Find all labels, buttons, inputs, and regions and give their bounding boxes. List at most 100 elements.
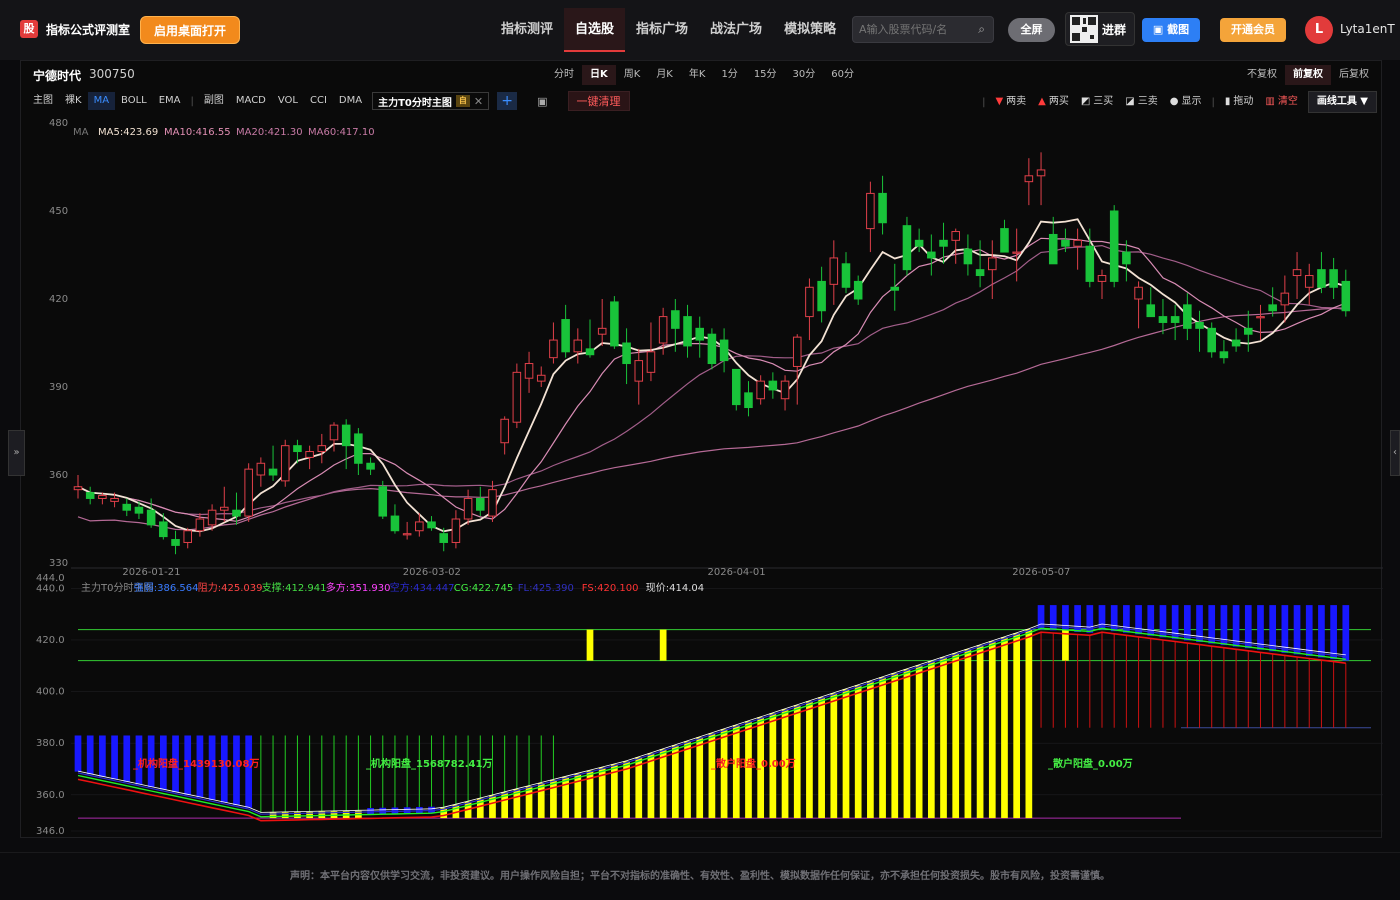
candle-body[interactable] [841, 263, 851, 288]
period-tab-8[interactable]: 60分 [823, 65, 862, 85]
period-tab-3[interactable]: 月K [648, 65, 681, 85]
tool-5[interactable]: ▮ 拖动 [1219, 92, 1260, 112]
candle-body[interactable] [597, 327, 607, 335]
candle-body[interactable] [524, 363, 534, 379]
candle-body[interactable] [1183, 304, 1192, 329]
candle-body[interactable] [744, 392, 753, 409]
candle-body[interactable] [207, 509, 217, 526]
expand-right-icon[interactable]: ‹ [1390, 430, 1400, 476]
nav-item-4[interactable]: 模拟策略 [773, 8, 847, 52]
candle-body[interactable] [1000, 228, 1009, 253]
tool-1[interactable]: ▲ 两买 [1032, 92, 1075, 112]
join-group-button[interactable]: 进群 [1065, 12, 1135, 46]
avatar[interactable]: L [1305, 16, 1333, 44]
candle-body[interactable] [634, 360, 644, 382]
candle-body[interactable] [1122, 251, 1131, 265]
candle-body[interactable] [756, 380, 765, 400]
candle-body[interactable] [183, 530, 192, 543]
nav-item-3[interactable]: 战法广场 [699, 8, 773, 52]
candle-body[interactable] [695, 327, 704, 341]
indicator-sub-1[interactable]: MACD [230, 92, 272, 110]
logo[interactable]: 股 指标公式评测室 [20, 20, 130, 38]
candle-body[interactable] [415, 521, 424, 532]
candle-body[interactable] [1195, 321, 1204, 329]
candle-body[interactable] [500, 418, 509, 444]
candle-body[interactable] [1219, 351, 1229, 359]
candle-body[interactable] [1048, 233, 1058, 265]
candle-body[interactable] [585, 348, 595, 356]
candle-body[interactable] [1256, 316, 1265, 319]
candle-body[interactable] [671, 310, 680, 329]
candle-body[interactable] [853, 280, 863, 300]
tool-0[interactable]: ▼ 两卖 [989, 92, 1032, 112]
candle-body[interactable] [268, 468, 278, 476]
candle-body[interactable] [963, 248, 973, 265]
period-tab-1[interactable]: 日K [582, 65, 616, 85]
candle-body[interactable] [549, 339, 558, 359]
candle-body[interactable] [817, 280, 826, 312]
candle-body[interactable] [561, 319, 570, 353]
candle-body[interactable] [610, 301, 619, 347]
candle-body[interactable] [85, 492, 95, 499]
candle-body[interactable] [232, 509, 241, 517]
candle-body[interactable] [1097, 275, 1107, 282]
candle-body[interactable] [146, 509, 156, 526]
adjust-tab-2[interactable]: 后复权 [1331, 65, 1377, 85]
candle-body[interactable] [1061, 239, 1070, 247]
candle-body[interactable] [378, 486, 388, 517]
candle-body[interactable] [732, 368, 741, 406]
candle-body[interactable] [366, 462, 375, 470]
period-tab-7[interactable]: 30分 [785, 65, 824, 85]
candle-body[interactable] [1134, 286, 1143, 300]
close-icon[interactable]: ✕ [474, 95, 483, 108]
candle-body[interactable] [122, 503, 132, 511]
candle-body[interactable] [1012, 251, 1021, 254]
candle-body[interactable] [780, 380, 790, 400]
candle-body[interactable] [975, 269, 985, 277]
open-membership-button[interactable]: 开通会员 [1220, 18, 1286, 42]
candle-body[interactable] [878, 192, 887, 224]
candle-body[interactable] [134, 506, 144, 514]
candle-body[interactable] [329, 424, 339, 441]
candle-body[interactable] [476, 497, 485, 511]
candle-body[interactable] [1329, 269, 1338, 288]
custom-indicator-tag[interactable]: 主力T0分时主图自 ✕ [372, 92, 490, 110]
stock-search-input[interactable] [853, 17, 971, 42]
candle-body[interactable] [1244, 327, 1253, 335]
candle-body[interactable] [707, 333, 717, 365]
candle-body[interactable] [658, 316, 668, 344]
candle-body[interactable] [768, 380, 778, 391]
candle-body[interactable] [573, 339, 583, 353]
candle-body[interactable] [902, 225, 912, 271]
tool-4[interactable]: ● 显示 [1164, 92, 1208, 112]
candle-body[interactable] [305, 451, 314, 458]
candle-body[interactable] [1158, 316, 1168, 323]
fullscreen-button[interactable]: 全屏 [1008, 18, 1055, 42]
candle-body[interactable] [951, 231, 960, 241]
candle-body[interactable] [341, 424, 351, 447]
candle-body[interactable] [1207, 327, 1216, 353]
tool-3[interactable]: ◪ 三卖 [1119, 92, 1163, 112]
candle-body[interactable] [293, 445, 302, 453]
candle-body[interactable] [488, 489, 497, 517]
expand-left-icon[interactable]: » [8, 430, 25, 476]
stock-search[interactable]: ⌕ [852, 16, 994, 43]
period-tab-6[interactable]: 15分 [746, 65, 785, 85]
candle-body[interactable] [402, 533, 412, 536]
period-tab-5[interactable]: 1分 [713, 65, 745, 85]
candle-body[interactable] [829, 257, 839, 285]
indicator-main-2[interactable]: MA [87, 92, 116, 110]
candle-body[interactable] [1304, 275, 1314, 288]
candle-body[interactable] [805, 286, 814, 318]
candle-body[interactable] [1146, 304, 1156, 318]
indicator-main-1[interactable]: 裸K [59, 92, 88, 110]
candle-body[interactable] [220, 506, 229, 511]
candle-body[interactable] [1073, 239, 1082, 247]
candle-body[interactable] [1268, 304, 1277, 312]
candle-body[interactable] [683, 316, 692, 347]
nav-item-1[interactable]: 自选股 [564, 8, 626, 52]
candle-body[interactable] [792, 336, 802, 367]
period-tab-2[interactable]: 周K [616, 65, 649, 85]
indicator-sub-2[interactable]: VOL [272, 92, 304, 110]
candle-body[interactable] [622, 342, 631, 365]
